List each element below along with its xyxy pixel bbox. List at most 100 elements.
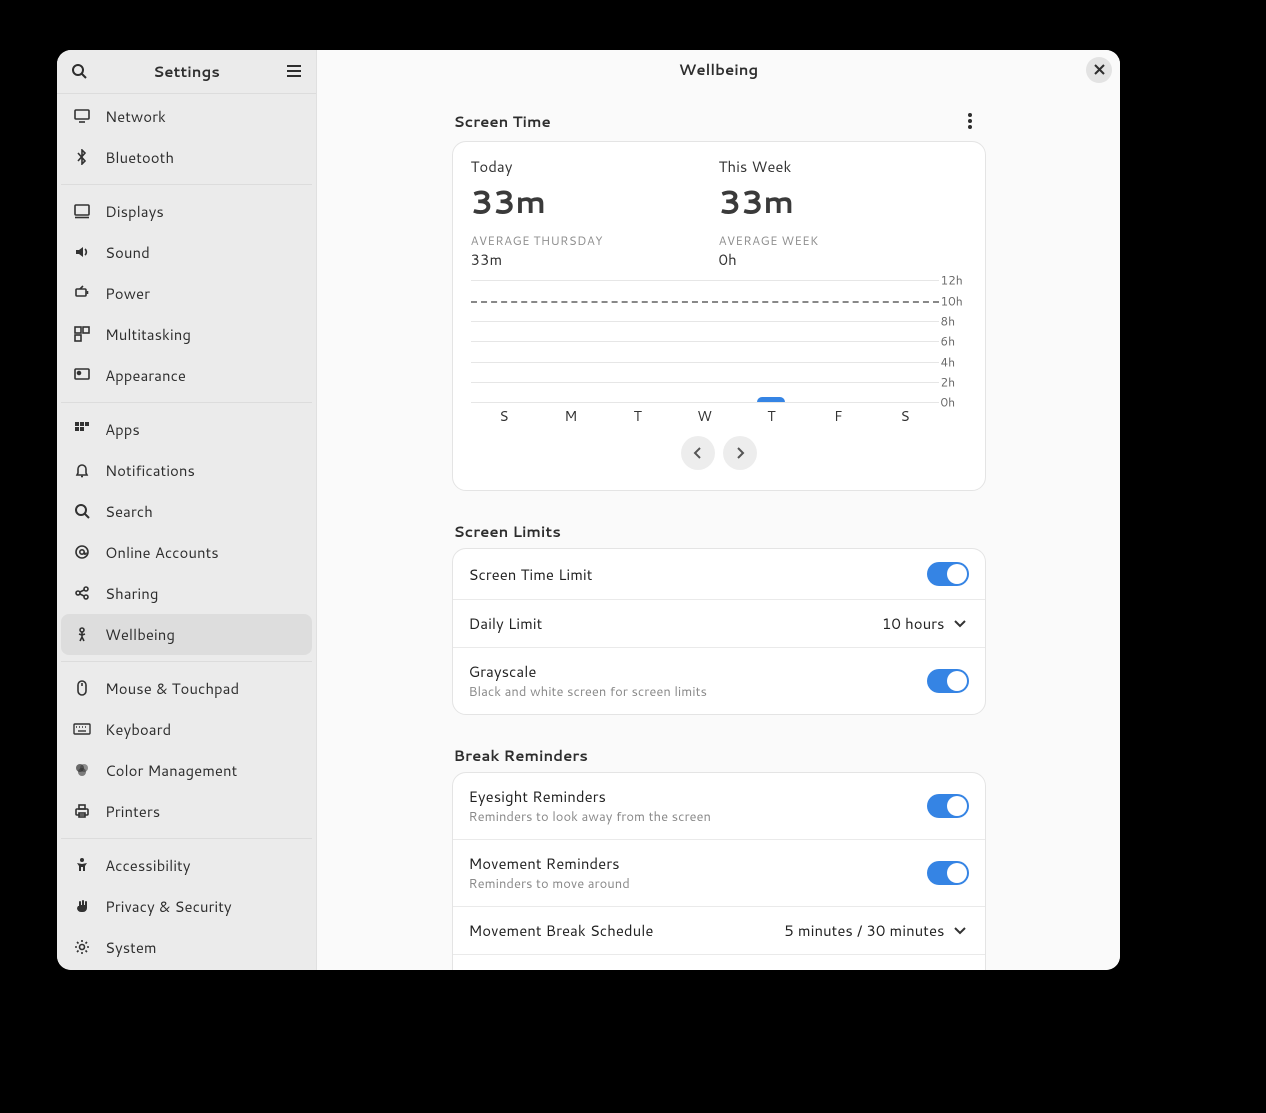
screen-time-limit-toggle[interactable] <box>927 562 969 586</box>
gear-icon <box>73 938 91 956</box>
sidebar-item-wellbeing[interactable]: Wellbeing <box>61 614 312 655</box>
grayscale-label: Grayscale <box>469 661 927 682</box>
sidebar-item-label: Power <box>105 283 150 304</box>
week-avg-value: 0h <box>719 249 967 270</box>
screen-time-limit-label: Screen Time Limit <box>469 564 927 585</box>
sidebar-title: Settings <box>93 61 280 82</box>
sidebar-item-bluetooth[interactable]: Bluetooth <box>61 137 312 178</box>
sidebar-item-system[interactable]: System <box>61 927 312 968</box>
chart-y-label: 8h <box>941 312 967 329</box>
sidebar-item-power[interactable]: Power <box>61 273 312 314</box>
sidebar-item-keyboard[interactable]: Keyboard <box>61 709 312 750</box>
search-icon <box>73 502 91 520</box>
multitask-icon <box>73 325 91 343</box>
eyesight-toggle[interactable] <box>927 794 969 818</box>
bluetooth-icon <box>73 148 91 166</box>
sidebar-item-displays[interactable]: Displays <box>61 191 312 232</box>
sidebar-separator <box>61 184 312 185</box>
chevron-right-icon <box>735 447 745 459</box>
sidebar-item-search[interactable]: Search <box>61 491 312 532</box>
hand-icon <box>73 897 91 915</box>
row-sounds[interactable]: Sounds Play a sound when a break ends <box>453 954 985 970</box>
week-value: 33m <box>719 179 967 224</box>
search-icon <box>71 63 87 79</box>
sidebar-item-online-accounts[interactable]: Online Accounts <box>61 532 312 573</box>
at-icon <box>73 543 91 561</box>
sidebar-item-color-management[interactable]: Color Management <box>61 750 312 791</box>
chevron-left-icon <box>693 447 703 459</box>
screen-time-menu-button[interactable] <box>956 107 984 135</box>
row-eyesight-reminders[interactable]: Eyesight Reminders Reminders to look awa… <box>453 773 985 839</box>
sidebar-item-appearance[interactable]: Appearance <box>61 355 312 396</box>
sidebar-item-label: Bluetooth <box>105 147 174 168</box>
sidebar-item-label: Accessibility <box>105 855 191 876</box>
chart-x-label: T <box>738 406 805 426</box>
mouse-icon <box>73 679 91 697</box>
today-avg-value: 33m <box>471 249 719 270</box>
grayscale-toggle[interactable] <box>927 669 969 693</box>
sidebar-item-label: Appearance <box>105 365 186 386</box>
sidebar-item-label: Network <box>105 106 166 127</box>
sidebar-separator <box>61 661 312 662</box>
sidebar-item-sound[interactable]: Sound <box>61 232 312 273</box>
movement-toggle[interactable] <box>927 861 969 885</box>
chart-x-label: W <box>671 406 738 426</box>
today-label: Today <box>471 156 719 177</box>
row-movement-reminders[interactable]: Movement Reminders Reminders to move aro… <box>453 839 985 906</box>
sidebar-item-label: Wellbeing <box>105 624 175 645</box>
sidebar-menu-button[interactable] <box>280 57 308 85</box>
row-movement-schedule[interactable]: Movement Break Schedule 5 minutes / 30 m… <box>453 906 985 954</box>
sidebar-item-notifications[interactable]: Notifications <box>61 450 312 491</box>
section-screen-limits: Screen Limits Screen Time Limit Daily Li… <box>452 515 986 715</box>
eyesight-label: Eyesight Reminders <box>469 786 927 807</box>
chart-y-label: 4h <box>941 353 967 370</box>
content: Wellbeing Screen Time <box>317 50 1120 970</box>
page-title: Wellbeing <box>317 59 1120 80</box>
sidebar-header: Settings <box>57 50 316 94</box>
row-grayscale[interactable]: Grayscale Black and white screen for scr… <box>453 647 985 714</box>
close-icon <box>1094 64 1105 75</box>
sidebar-item-privacy-security[interactable]: Privacy & Security <box>61 886 312 927</box>
kebab-icon <box>968 113 972 129</box>
sidebar-item-accessibility[interactable]: Accessibility <box>61 845 312 886</box>
chart-y-label: 12h <box>941 272 967 289</box>
sound-icon <box>73 243 91 261</box>
sidebar-search-button[interactable] <box>65 57 93 85</box>
sidebar-item-label: Sound <box>105 242 150 263</box>
monitor-icon <box>73 107 91 125</box>
week-label: This Week <box>719 156 967 177</box>
color-icon <box>73 761 91 779</box>
bell-icon <box>73 461 91 479</box>
sidebar-item-multitasking[interactable]: Multitasking <box>61 314 312 355</box>
accessibility-icon <box>73 856 91 874</box>
sidebar-item-label: Sharing <box>105 583 158 604</box>
sidebar-item-sharing[interactable]: Sharing <box>61 573 312 614</box>
display-icon <box>73 202 91 220</box>
sidebar-list: Network Bluetooth Displays Sound Power Multit… <box>57 94 316 970</box>
sidebar-item-label: Keyboard <box>105 719 171 740</box>
chart-y-label: 0h <box>941 394 967 411</box>
sidebar-item-label: System <box>105 937 157 958</box>
sidebar-item-apps[interactable]: Apps <box>61 409 312 450</box>
sidebar-item-mouse-touchpad[interactable]: Mouse & Touchpad <box>61 668 312 709</box>
settings-window: Settings Network Bluetooth Displays Sound Po… <box>57 50 1120 970</box>
chart-y-label: 2h <box>941 373 967 390</box>
sidebar-item-printers[interactable]: Printers <box>61 791 312 832</box>
sidebar-item-network[interactable]: Network <box>61 96 312 137</box>
chart-x-label: T <box>604 406 671 426</box>
row-daily-limit[interactable]: Daily Limit 10 hours <box>453 599 985 647</box>
movement-label: Movement Reminders <box>469 853 927 874</box>
chart-y-label: 6h <box>941 333 967 350</box>
sidebar-item-label: Displays <box>105 201 164 222</box>
content-body: Screen Time Today 33m AVERAGE THURSDAY <box>317 89 1120 970</box>
chart-y-label: 10h <box>941 292 967 309</box>
close-button[interactable] <box>1086 57 1112 83</box>
sidebar-item-label: Printers <box>105 801 160 822</box>
chart-next-button[interactable] <box>723 436 757 470</box>
row-screen-time-limit[interactable]: Screen Time Limit <box>453 549 985 599</box>
printer-icon <box>73 802 91 820</box>
chart-x-label: F <box>805 406 872 426</box>
chart-prev-button[interactable] <box>681 436 715 470</box>
section-break-reminders: Break Reminders Eyesight Reminders Remin… <box>452 739 986 970</box>
power-icon <box>73 284 91 302</box>
